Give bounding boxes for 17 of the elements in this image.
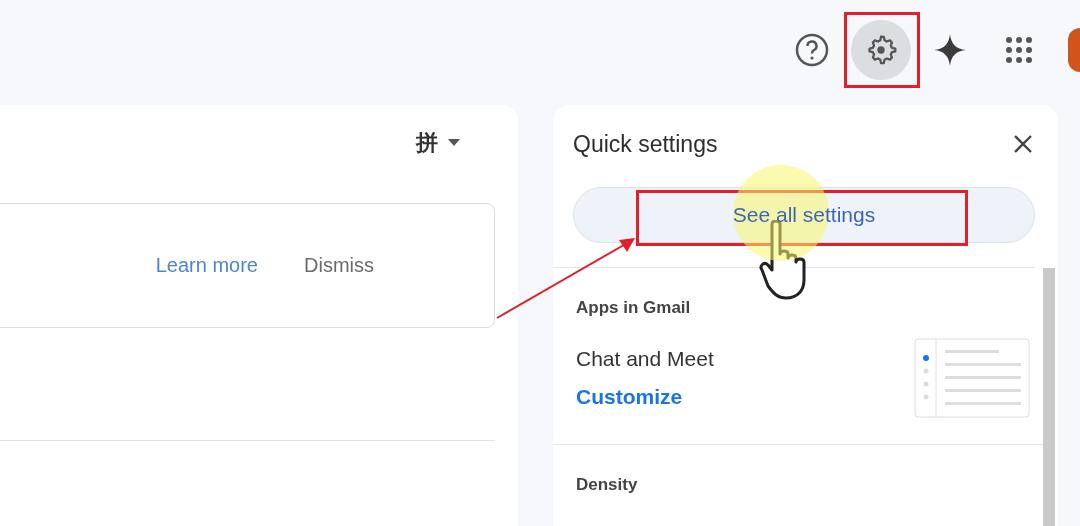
apps-icon: [1005, 36, 1033, 64]
learn-link[interactable]: Learn more: [155, 254, 258, 277]
setting-title: Chat and Meet: [576, 347, 714, 371]
panel-title: Quick settings: [573, 130, 718, 158]
see-all-settings-button[interactable]: See all settings: [573, 187, 1035, 243]
customize-link[interactable]: Customize: [576, 385, 714, 409]
close-icon: [1013, 134, 1033, 154]
section-heading: Density: [576, 475, 639, 495]
dismiss-button[interactable]: Dismiss: [304, 254, 374, 277]
section-heading: Apps in Gmail: [576, 298, 692, 318]
scrollbar[interactable]: [1043, 268, 1055, 526]
sparkle-icon: [933, 33, 967, 67]
input-tool-label[interactable]: 拼: [416, 127, 438, 158]
settings-button[interactable]: [851, 20, 911, 80]
avatar[interactable]: [1068, 28, 1080, 72]
help-icon: [795, 33, 829, 67]
dropdown-caret-icon: [448, 139, 460, 146]
